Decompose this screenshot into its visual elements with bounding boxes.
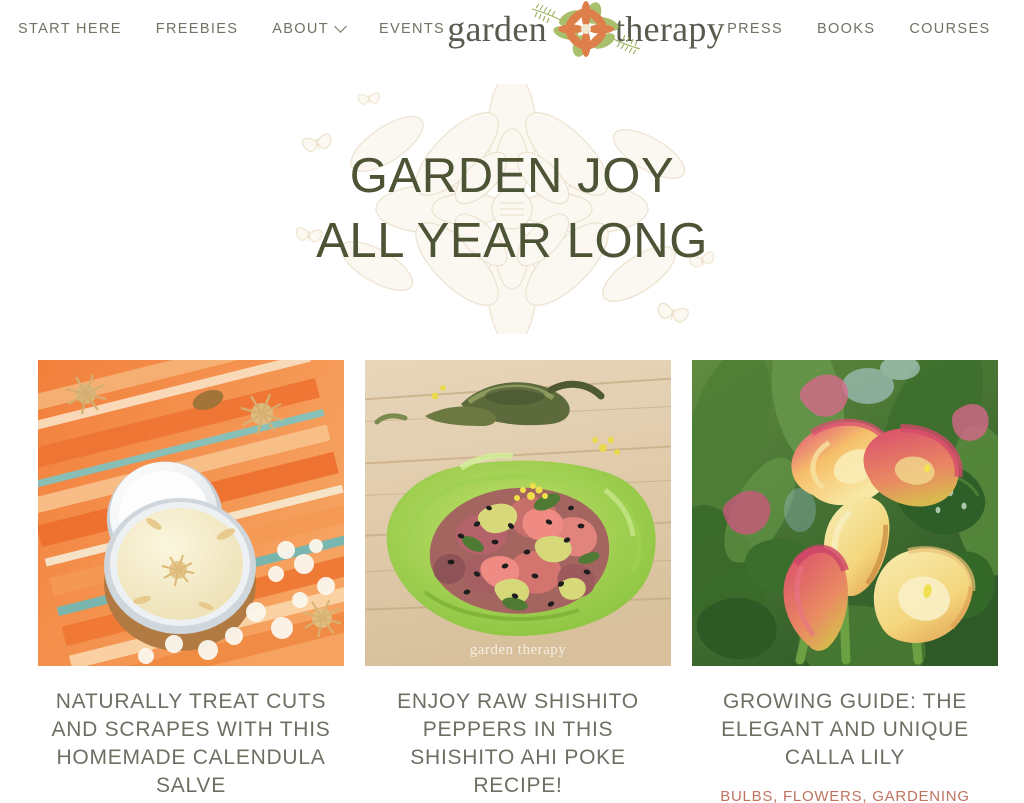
featured-posts-grid: NATURALLY TREAT CUTS AND SCRAPES WITH TH…: [0, 360, 1024, 803]
post-thumbnail[interactable]: [38, 360, 344, 666]
post-card-calla-lily[interactable]: GROWING GUIDE: THE ELEGANT AND UNIQUE CA…: [692, 360, 998, 803]
nav-item-label: ABOUT: [272, 21, 329, 37]
site-logo[interactable]: garden therapy: [445, 1, 727, 57]
page-title: GARDEN JOY ALL YEAR LONG: [316, 149, 708, 268]
chevron-down-icon: [334, 19, 347, 33]
nav-item-start-here[interactable]: START HERE: [18, 21, 122, 37]
post-title: GROWING GUIDE: THE ELEGANT AND UNIQUE CA…: [721, 690, 969, 769]
post-card-calendula-salve[interactable]: NATURALLY TREAT CUTS AND SCRAPES WITH TH…: [38, 360, 344, 803]
post-card-shishito-ahi-poke[interactable]: garden therapy ENJOY RAW SHISHITO PEPPER…: [365, 360, 671, 803]
logo-word-therapy: therapy: [614, 9, 725, 49]
hero-section: GARDEN JOY ALL YEAR LONG: [0, 58, 1024, 360]
post-categories[interactable]: BULBS, FLOWERS, GARDENING: [720, 788, 970, 803]
nav-item-books[interactable]: BOOKS: [817, 21, 875, 37]
primary-nav-left: START HERE FREEBIES ABOUT EVENTS: [14, 19, 445, 37]
nav-item-courses[interactable]: COURSES: [909, 21, 990, 37]
ahi-poke-photo: [365, 360, 671, 666]
calendula-salve-photo: [38, 360, 344, 666]
nav-item-label: PRESS: [727, 21, 784, 37]
nav-item-label: START HERE: [18, 21, 122, 37]
post-title: NATURALLY TREAT CUTS AND SCRAPES WITH TH…: [51, 690, 331, 797]
site-header: START HERE FREEBIES ABOUT EVENTS garden …: [0, 0, 1024, 58]
primary-nav-right: PRESS BOOKS COURSES BLOG: [727, 21, 1024, 37]
calla-lily-photo: [692, 360, 998, 666]
nav-item-label: COURSES: [909, 21, 991, 37]
nav-item-label: EVENTS: [378, 21, 446, 37]
nav-item-events[interactable]: EVENTS: [379, 21, 445, 37]
post-thumbnail[interactable]: garden therapy: [365, 360, 671, 666]
nav-item-label: FREEBIES: [155, 21, 239, 37]
logo-word-garden: garden: [447, 9, 547, 49]
nav-item-freebies[interactable]: FREEBIES: [156, 21, 239, 37]
nav-item-about[interactable]: ABOUT: [272, 19, 347, 37]
post-title: ENJOY RAW SHISHITO PEPPERS IN THIS SHISH…: [397, 690, 639, 797]
nav-item-label: BOOKS: [817, 21, 876, 37]
nav-item-press[interactable]: PRESS: [727, 21, 783, 37]
post-thumbnail[interactable]: [692, 360, 998, 666]
